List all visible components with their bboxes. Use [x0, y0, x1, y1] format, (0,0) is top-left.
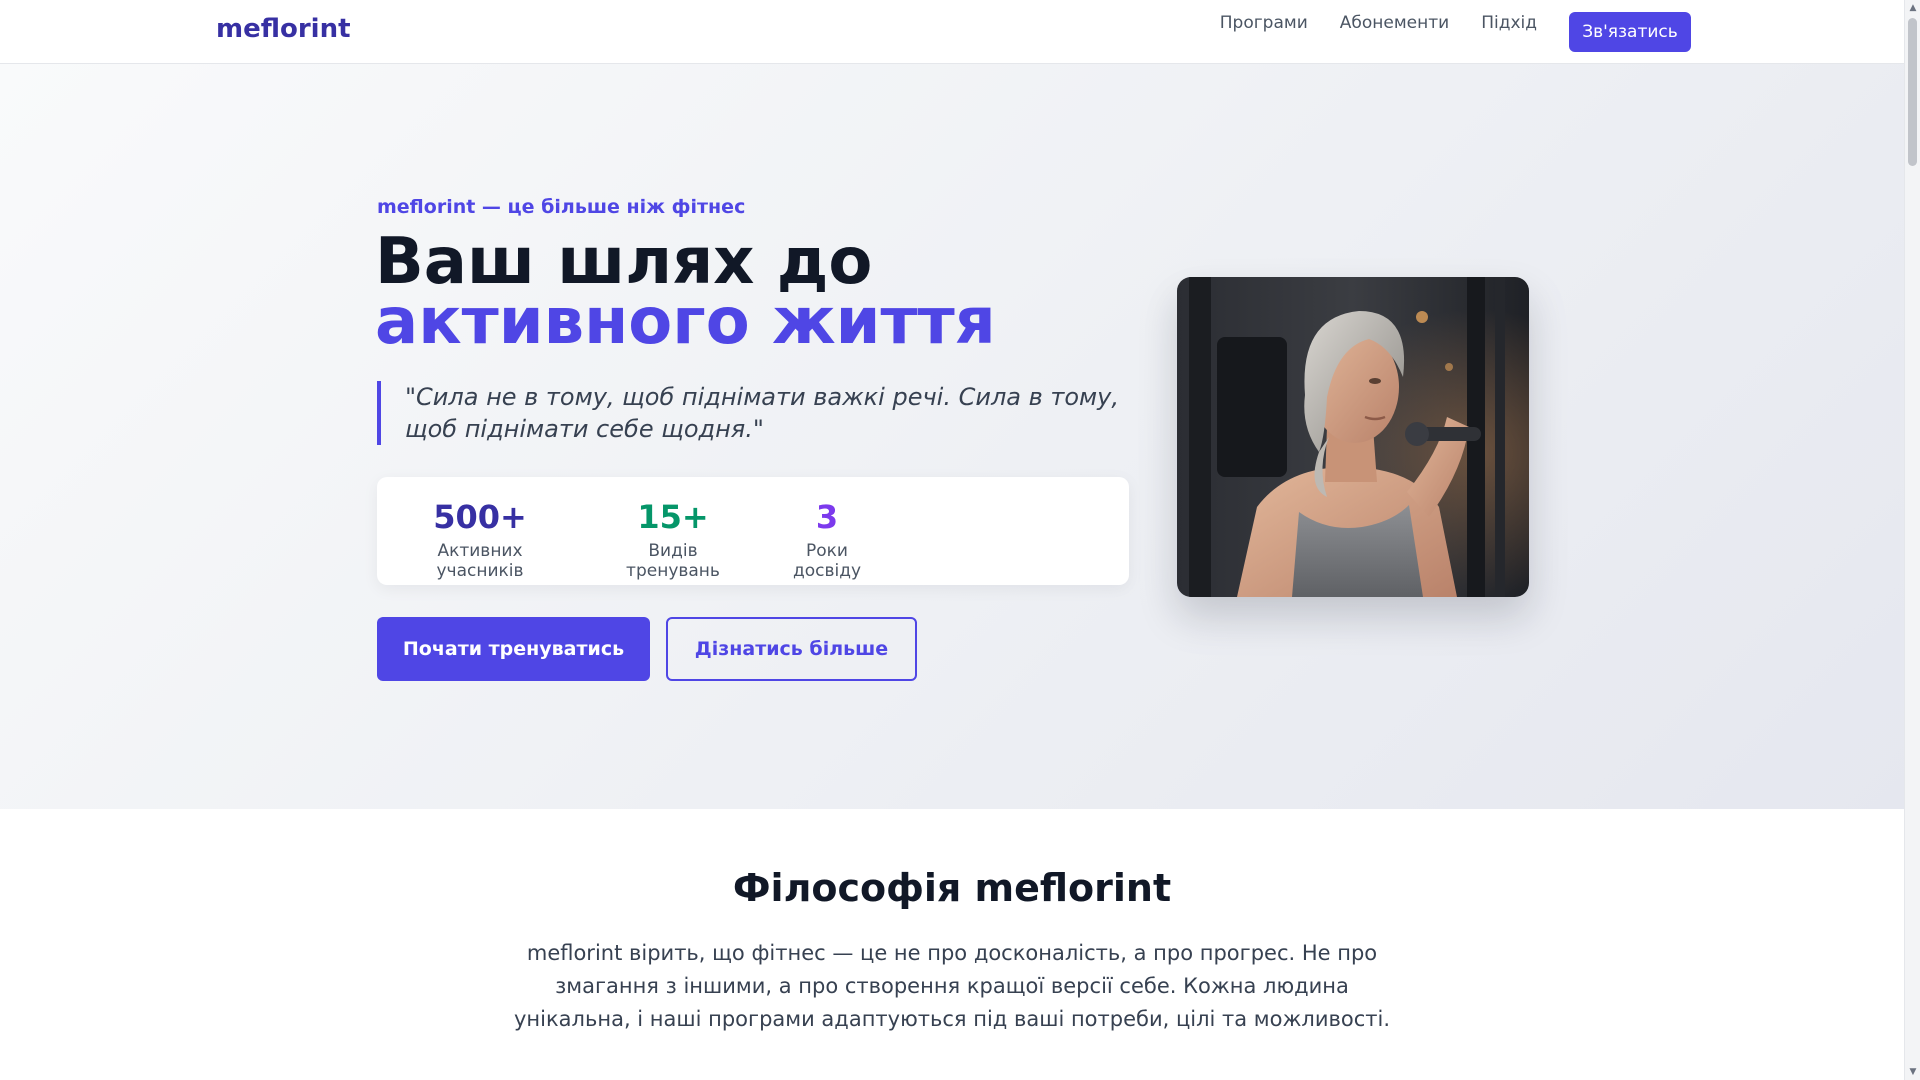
stat-experience: 3 Роки досвіду — [771, 499, 883, 581]
main-nav: Програми Абонементи Підхід Зв'язатись — [1220, 12, 1691, 52]
contact-button[interactable]: Зв'язатись — [1569, 12, 1691, 52]
site-header: meflorint Програми Абонементи Підхід Зв'… — [0, 0, 1904, 64]
stat-value: 15+ — [637, 498, 709, 536]
stat-label: Роки досвіду — [792, 541, 862, 581]
page-scrollbar[interactable]: ▲ ▼ — [1904, 0, 1920, 1080]
stat-value: 500+ — [433, 498, 527, 536]
gym-woman-image — [1177, 277, 1529, 597]
philosophy-text: meflorint вірить, що фітнес — це не про … — [514, 941, 1390, 1031]
scrollbar-thumb[interactable] — [1908, 18, 1917, 166]
philosophy-title: Філософія meflorint — [732, 866, 1172, 910]
scroll-up-arrow-icon[interactable]: ▲ — [1905, 0, 1920, 16]
stat-training-types: 15+ Видів тренувань — [599, 499, 747, 581]
nav-link-approach[interactable]: Підхід — [1481, 12, 1537, 34]
stat-label: Активних учасників — [436, 541, 524, 581]
scroll-down-arrow-icon[interactable]: ▼ — [1905, 1064, 1920, 1080]
hero-section: meflorint — це більше ніж фітнес Ваш шля… — [0, 64, 1904, 809]
stat-participants: 500+ Активних учасників — [400, 499, 560, 581]
hero-photo — [1177, 277, 1529, 597]
hero-title-accent: активного життя — [375, 285, 996, 359]
start-training-button[interactable]: Почати тренуватись — [377, 617, 650, 681]
stat-value: 3 — [815, 498, 839, 536]
logo[interactable]: meflorint — [216, 14, 351, 44]
hero-tagline: meflorint — це більше ніж фітнес — [377, 196, 746, 218]
hero-quote: "Сила не в тому, щоб піднімати важкі реч… — [377, 381, 1137, 445]
hero-title: Ваш шлях до активного життя — [375, 230, 996, 359]
nav-link-memberships[interactable]: Абонементи — [1340, 12, 1449, 34]
stats-card: 500+ Активних учасників 15+ Видів тренув… — [377, 477, 1129, 585]
nav-link-programs[interactable]: Програми — [1220, 12, 1308, 34]
learn-more-button[interactable]: Дізнатись більше — [666, 617, 917, 681]
stat-label: Видів тренувань — [626, 541, 720, 581]
